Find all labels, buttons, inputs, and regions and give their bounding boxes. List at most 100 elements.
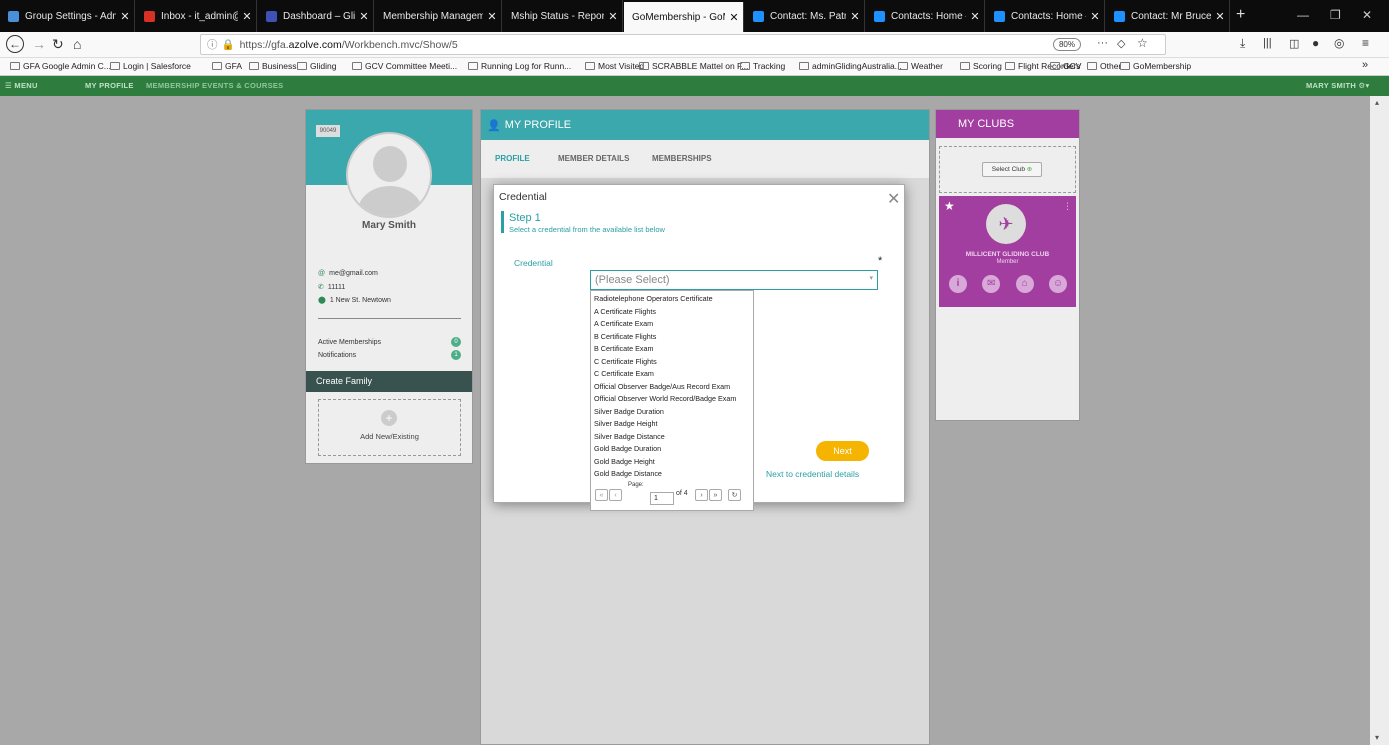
bookmark-item[interactable]: Running Log for Runn... (468, 61, 571, 71)
credential-option[interactable]: A Certificate Exam (594, 319, 653, 328)
bookmark-item[interactable]: GoMembership (1120, 61, 1191, 71)
scroll-up-icon[interactable]: ▴ (1375, 98, 1379, 107)
prev-page-icon[interactable]: ‹ (609, 489, 622, 501)
credential-option[interactable]: Gold Badge Distance (594, 469, 662, 478)
credential-option[interactable]: Silver Badge Duration (594, 407, 664, 416)
library-icon[interactable]: ||| (1263, 37, 1272, 49)
pocket-icon[interactable]: ◇ (1117, 37, 1125, 50)
home-icon[interactable]: ⌂ (73, 36, 81, 52)
browser-tab[interactable]: Contacts: Home – Sal✕ (866, 0, 985, 32)
next-page-icon[interactable]: › (695, 489, 708, 501)
close-tab-icon[interactable]: ✕ (846, 10, 864, 23)
credential-option[interactable]: B Certificate Flights (594, 332, 656, 341)
select-club-button[interactable]: Select Club ⊕ (982, 162, 1042, 177)
back-icon[interactable]: ← (6, 35, 24, 53)
close-window-icon[interactable]: ✕ (1362, 8, 1372, 22)
hamburger-menu-icon[interactable]: ≡ (1362, 36, 1369, 50)
close-tab-icon[interactable]: ✕ (725, 11, 743, 24)
reload-icon[interactable]: ↻ (52, 36, 64, 53)
credential-option[interactable]: C Certificate Flights (594, 357, 657, 366)
info-icon[interactable]: ⓘ (207, 37, 218, 52)
extension-icon[interactable]: ◎ (1334, 36, 1344, 50)
credential-option[interactable]: B Certificate Exam (594, 344, 654, 353)
user-menu[interactable]: MARY SMITH ⚙▾ (1306, 81, 1370, 90)
tab-memberships[interactable]: MEMBERSHIPS (652, 154, 712, 163)
first-page-icon[interactable]: « (595, 489, 608, 501)
browser-tab[interactable]: Membership Manageme ✕ (375, 0, 502, 32)
bookmark-item[interactable]: Scoring (960, 61, 1002, 71)
restore-icon[interactable]: ❐ (1330, 8, 1341, 22)
forward-icon[interactable]: → (32, 36, 46, 52)
bookmark-item[interactable]: Tracking (740, 61, 785, 71)
credential-option[interactable]: Gold Badge Height (594, 457, 655, 466)
bookmark-item[interactable]: Most Visited (585, 61, 644, 71)
browser-tab[interactable]: Contacts: Home – Sa✕ (986, 0, 1105, 32)
browser-tab[interactable]: Dashboard – Gliding✕ (258, 0, 374, 32)
bookmark-item[interactable]: Business (249, 61, 297, 71)
add-family-member-box[interactable]: + Add New/Existing (318, 399, 461, 456)
credential-option[interactable]: Silver Badge Height (594, 419, 658, 428)
close-tab-icon[interactable]: ✕ (1211, 10, 1229, 23)
tab-profile[interactable]: PROFILE (495, 154, 530, 163)
credential-option[interactable]: Official Observer Badge/Aus Record Exam (594, 382, 730, 391)
mail-icon[interactable]: ✉ (982, 275, 1001, 293)
nav-membership[interactable]: MEMBERSHIP (146, 81, 200, 90)
favorite-star-icon[interactable]: ★ (944, 199, 955, 213)
url-bar[interactable]: ⓘ 🔒 https://gfa. azolve.com/Workbench.mvc… (200, 34, 1166, 55)
bookmark-item[interactable]: Other (1087, 61, 1121, 71)
bookmark-item[interactable]: GFA (212, 61, 242, 71)
browser-tab[interactable]: GoMembership - GoMem✕ (624, 2, 744, 32)
home-icon[interactable]: ⌂ (1015, 275, 1034, 293)
close-tab-icon[interactable]: ✕ (116, 10, 134, 23)
bookmark-item[interactable]: Weather (898, 61, 943, 71)
bookmark-item[interactable]: adminGlidingAustralia... (799, 61, 902, 71)
bookmark-item[interactable]: Login | Salesforce (110, 61, 191, 71)
new-tab-button[interactable]: + (1236, 6, 1245, 24)
browser-tab[interactable]: Contact: Mr Bruce Ko✕ (1106, 0, 1230, 32)
refresh-icon[interactable]: ↻ (728, 489, 741, 501)
browser-tab[interactable]: Group Settings - Adm ✕ (0, 0, 135, 32)
credential-option[interactable]: Silver Badge Distance (594, 432, 665, 441)
scroll-down-icon[interactable]: ▾ (1375, 733, 1379, 742)
browser-tab[interactable]: Mship Status - Report M✕ (503, 0, 623, 32)
nav-events-courses[interactable]: EVENTS & COURSES (202, 81, 283, 90)
bookmark-star-icon[interactable]: ☆ (1137, 36, 1148, 50)
close-tab-icon[interactable]: ✕ (1086, 10, 1104, 23)
browser-tab[interactable]: Contact: Ms. Patricia✕ (745, 0, 865, 32)
credential-option[interactable]: Radiotelephone Operators Certificate (594, 294, 713, 303)
page-actions-icon[interactable]: ··· (1097, 37, 1108, 49)
bookmark-item[interactable]: GCV (1050, 61, 1081, 71)
close-tab-icon[interactable]: ✕ (966, 10, 984, 23)
credential-option[interactable]: A Certificate Flights (594, 307, 656, 316)
menu-button[interactable]: ☰ MENU (5, 81, 38, 90)
last-page-icon[interactable]: » (709, 489, 722, 501)
info-icon[interactable]: i (949, 275, 967, 293)
credential-option[interactable]: C Certificate Exam (594, 369, 654, 378)
bookmark-item[interactable]: SCRABBLE Mattel on F... (639, 61, 748, 71)
notifications-row[interactable]: Notifications 1 (318, 350, 461, 360)
bookmark-item[interactable]: GCV Committee Meeti... (352, 61, 457, 71)
bookmark-item[interactable]: GFA Google Admin C... (10, 61, 111, 71)
credential-select[interactable]: (Please Select) ▾ (590, 270, 878, 290)
page-scrollbar[interactable]: ▴ ▾ (1370, 96, 1389, 745)
page-number-input[interactable]: 1 (650, 492, 674, 505)
members-icon[interactable]: ☺ (1048, 275, 1067, 293)
credential-option[interactable]: Official Observer World Record/Badge Exa… (594, 394, 736, 403)
club-options-icon[interactable]: ⋮ (1063, 201, 1072, 212)
sidebar-icon[interactable]: ◫ (1289, 37, 1299, 50)
minimize-icon[interactable]: — (1297, 8, 1309, 22)
active-memberships-row[interactable]: Active Memberships 0 (318, 337, 461, 347)
tab-member-details[interactable]: MEMBER DETAILS (558, 154, 629, 163)
close-tab-icon[interactable]: ✕ (483, 10, 501, 23)
nav-my-profile[interactable]: MY PROFILE (85, 81, 134, 90)
close-tab-icon[interactable]: ✕ (355, 10, 373, 23)
browser-tab[interactable]: Inbox - it_admin@gl✕ (136, 0, 257, 32)
close-icon[interactable]: ✕ (887, 189, 900, 209)
account-icon[interactable]: ● (1312, 36, 1319, 50)
club-tile[interactable]: ★ ⋮ ✈ MILLICENT GLIDING CLUB Member i ✉ … (939, 196, 1076, 307)
credential-option[interactable]: Gold Badge Duration (594, 444, 661, 453)
close-tab-icon[interactable]: ✕ (238, 10, 256, 23)
next-button[interactable]: Next (816, 441, 869, 461)
zoom-level[interactable]: 80% (1053, 38, 1081, 51)
bookmark-item[interactable]: Gliding (297, 61, 336, 71)
